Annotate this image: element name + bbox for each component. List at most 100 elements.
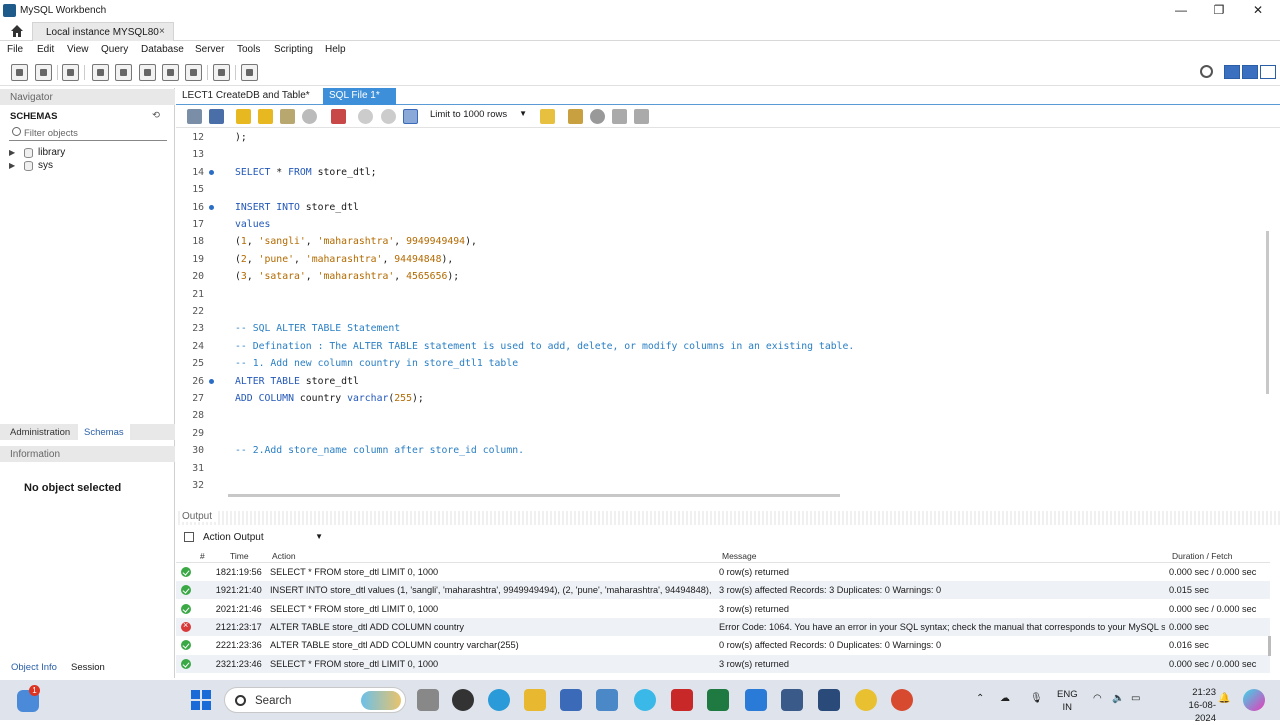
execute-current-icon[interactable] — [258, 109, 273, 124]
file-explorer-icon[interactable] — [524, 689, 546, 711]
rollback-icon[interactable] — [381, 109, 396, 124]
powerpoint-icon[interactable] — [891, 689, 913, 711]
mcafee-icon[interactable] — [671, 689, 693, 711]
taskbar-search[interactable]: Search — [224, 687, 406, 713]
task-view-icon[interactable] — [417, 689, 439, 711]
menu-scripting[interactable]: Scripting — [274, 44, 313, 55]
schema-item-sys[interactable]: ▶ sys — [9, 160, 159, 173]
filter-placeholder: Filter objects — [24, 128, 78, 139]
menu-database[interactable]: Database — [141, 44, 184, 55]
output-row[interactable]: 23 21:23:46 SELECT * FROM store_dtl LIMIT … — [176, 654, 1270, 673]
battery-icon[interactable]: ▭ — [1131, 693, 1140, 704]
new-sql-tab-icon[interactable] — [11, 64, 28, 81]
language-indicator[interactable]: ENG IN — [1057, 688, 1078, 714]
toggle-continue-on-error-icon[interactable] — [331, 109, 346, 124]
tab-schemas[interactable]: Schemas — [78, 424, 130, 440]
create-function-icon[interactable] — [185, 64, 202, 81]
autocommit-icon[interactable] — [403, 109, 418, 124]
chevron-up-icon[interactable]: ⌃ — [976, 693, 984, 704]
output-row[interactable]: 18 21:19:56 SELECT * FROM store_dtl LIMIT … — [176, 563, 1270, 581]
menu-tools[interactable]: Tools — [237, 44, 260, 55]
tab-sql-file-1[interactable]: SQL File 1* — [323, 88, 396, 105]
tab-session[interactable]: Session — [65, 660, 111, 675]
limit-rows-value: Limit to 1000 rows — [430, 109, 508, 120]
system-clock[interactable]: 21:23 16-08-2024 — [1176, 686, 1216, 725]
horizontal-scrollbar[interactable] — [228, 494, 840, 497]
menu-view[interactable]: View — [67, 44, 89, 55]
output-row[interactable]: 22 21:23:36 ALTER TABLE store_dtl ADD COLU… — [176, 636, 1270, 654]
schema-item-library[interactable]: ▶ library — [9, 147, 159, 160]
create-schema-icon[interactable] — [92, 64, 109, 81]
connection-tab[interactable]: Local instance MYSQL80 × — [32, 22, 174, 41]
menu-server[interactable]: Server — [195, 44, 224, 55]
refresh-icon[interactable]: ⟲ — [152, 110, 160, 121]
output-row[interactable]: 2121:23:17 ALTER TABLE store_dtl ADD COLU… — [176, 617, 1270, 636]
toggle-secondary-sidebar-icon[interactable] — [1260, 65, 1276, 79]
minimize-button[interactable]: — — [1166, 3, 1196, 19]
github-icon[interactable] — [452, 689, 474, 711]
tab-lect1-createdb[interactable]: LECT1 CreateDB and Table* — [176, 88, 316, 105]
create-view-icon[interactable] — [139, 64, 156, 81]
maximize-button[interactable]: ❐ — [1204, 3, 1234, 19]
sql-editor[interactable]: 12); 13 14 SELECT * FROM store_dtl; 15 16 INSE… — [176, 129, 1280, 492]
invisible-chars-icon[interactable] — [612, 109, 627, 124]
stop-icon[interactable] — [302, 109, 317, 124]
commit-icon[interactable] — [358, 109, 373, 124]
menu-file[interactable]: File — [7, 44, 23, 55]
mysql-workbench-taskbar-icon[interactable] — [818, 689, 840, 711]
home-icon[interactable] — [9, 23, 25, 39]
create-procedure-icon[interactable] — [162, 64, 179, 81]
menu-edit[interactable]: Edit — [37, 44, 54, 55]
microphone-icon[interactable]: 🎙 — [1030, 693, 1043, 704]
chrome-icon[interactable] — [855, 689, 877, 711]
onedrive-icon[interactable]: ☁ — [1000, 693, 1010, 704]
inspector-icon[interactable] — [62, 64, 79, 81]
limit-rows-select[interactable]: Limit to 1000 rows ▼ — [430, 109, 530, 124]
output-cell-message: 0 row(s) affected Records: 0 Duplicates:… — [719, 640, 942, 651]
close-button[interactable]: ✕ — [1243, 3, 1273, 19]
expand-arrow-icon[interactable]: ▶ — [9, 161, 15, 170]
output-row[interactable]: 20 21:21:46 SELECT * FROM store_dtl LIMIT … — [176, 600, 1270, 618]
edge-icon[interactable] — [488, 689, 510, 711]
tab-administration[interactable]: Administration — [4, 424, 76, 440]
add-snippet-icon[interactable] — [540, 109, 555, 124]
output-scrollbar[interactable] — [1268, 636, 1271, 656]
notification-bell-icon[interactable]: 🔔 — [1218, 693, 1230, 704]
copilot-icon[interactable] — [1243, 689, 1265, 711]
toggle-output-icon[interactable] — [1242, 65, 1258, 79]
expand-arrow-icon[interactable]: ▶ — [9, 148, 15, 157]
toggle-sidebar-icon[interactable] — [1224, 65, 1240, 79]
tab-object-info[interactable]: Object Info — [5, 660, 63, 675]
create-table-icon[interactable] — [115, 64, 132, 81]
success-icon — [181, 567, 191, 577]
volume-icon[interactable]: 🔈 — [1112, 693, 1124, 704]
reconnect-icon[interactable] — [241, 64, 258, 81]
vertical-scrollbar[interactable] — [1266, 231, 1269, 394]
settings-gear-icon[interactable] — [1200, 65, 1213, 78]
excel-icon[interactable] — [707, 689, 729, 711]
schemas-header: SCHEMAS ⟲ — [0, 108, 175, 123]
mysql-shell-icon[interactable] — [596, 689, 618, 711]
find-icon[interactable] — [590, 109, 605, 124]
menu-query[interactable]: Query — [101, 44, 128, 55]
execute-icon[interactable] — [236, 109, 251, 124]
explain-icon[interactable] — [280, 109, 295, 124]
filter-objects-input[interactable]: Filter objects — [9, 125, 167, 141]
vscode-icon[interactable] — [634, 689, 656, 711]
store-icon[interactable] — [560, 689, 582, 711]
open-file-icon[interactable] — [187, 109, 202, 124]
mysql-workbench-icon-2[interactable] — [781, 689, 803, 711]
search-table-data-icon[interactable] — [213, 64, 230, 81]
notepad-icon[interactable] — [745, 689, 767, 711]
wifi-icon[interactable]: ◠ — [1093, 693, 1102, 704]
close-tab-icon[interactable]: × — [159, 26, 165, 37]
output-row[interactable]: 19 21:21:40 INSERT INTO store_dtl values (… — [176, 581, 1270, 600]
windows-start-icon[interactable] — [191, 690, 211, 710]
output-type-select[interactable]: Action Output ▼ — [203, 532, 323, 543]
copy-icon[interactable] — [184, 532, 194, 542]
wrap-lines-icon[interactable] — [634, 109, 649, 124]
save-icon[interactable] — [209, 109, 224, 124]
open-sql-script-icon[interactable] — [35, 64, 52, 81]
beautify-icon[interactable] — [568, 109, 583, 124]
menu-help[interactable]: Help — [325, 44, 346, 55]
